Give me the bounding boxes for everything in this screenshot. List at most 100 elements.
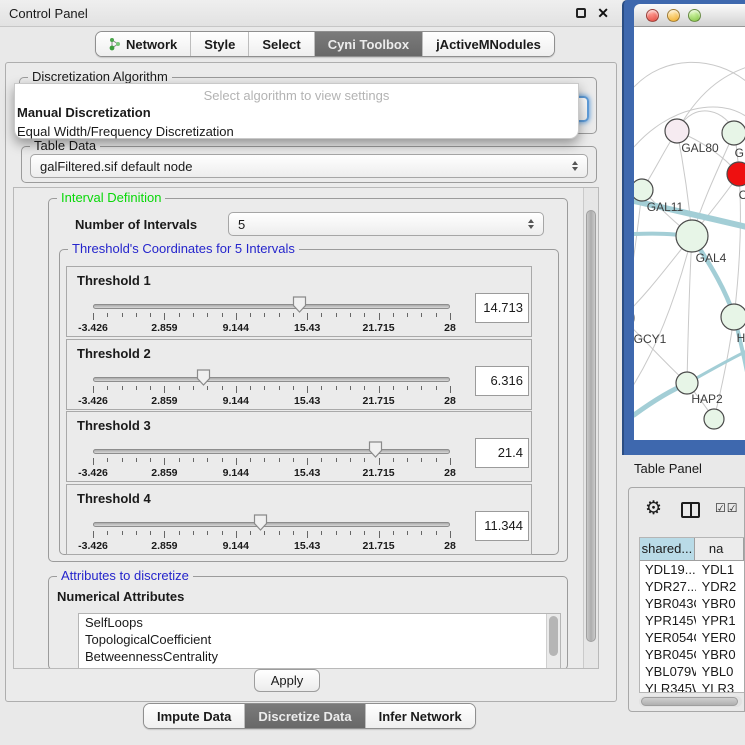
vertical-scrollbar[interactable] (583, 188, 598, 668)
tab-style[interactable]: Style (190, 32, 248, 56)
network-node-g[interactable] (722, 121, 745, 145)
tick-mark (279, 458, 280, 462)
tab-infer-network[interactable]: Infer Network (365, 704, 475, 728)
threshold-value-field[interactable]: 11.344 (475, 511, 529, 541)
number-of-intervals-combobox[interactable]: 5 (228, 212, 544, 236)
tick-mark (236, 386, 237, 393)
minimize-traffic-light-icon[interactable] (667, 9, 680, 22)
network-canvas[interactable]: GAL80G.CGAL11GAL4HGCY1HAP2 (634, 27, 745, 440)
network-window-titlebar (634, 4, 745, 27)
scrollbar-thumb[interactable] (641, 697, 738, 706)
table-row[interactable]: YBL079WYBL0 (640, 663, 744, 680)
attribute-list-item[interactable]: BetweennessCentrality (79, 648, 560, 665)
network-node-label: GAL4 (696, 251, 727, 265)
threshold-value-field[interactable]: 6.316 (475, 366, 529, 396)
network-node-gal11[interactable] (634, 179, 653, 201)
tick-mark (179, 458, 180, 462)
threshold-value-field[interactable]: 21.4 (475, 438, 529, 468)
table-data-combobox[interactable]: galFiltered.sif default node (30, 154, 588, 178)
tab-select[interactable]: Select (248, 32, 313, 56)
tick-mark (350, 386, 351, 390)
network-node[interactable] (704, 409, 724, 429)
tick-mark (393, 386, 394, 390)
column-layout-icon[interactable] (681, 502, 700, 518)
slider-handle[interactable] (368, 441, 383, 458)
attribute-list-item[interactable]: TopologicalCoefficient (79, 631, 560, 648)
table-cell: YDR27... (640, 578, 697, 595)
tab-jactivemnodules[interactable]: jActiveMNodules (422, 32, 554, 56)
attributes-list-scrollbar[interactable] (546, 614, 560, 669)
tick-mark (222, 386, 223, 390)
apply-button[interactable]: Apply (254, 669, 320, 692)
tick-label: -3.426 (78, 322, 108, 334)
slider-handle[interactable] (196, 369, 211, 386)
gear-icon[interactable]: ⚙ (645, 497, 662, 520)
zoom-traffic-light-icon[interactable] (688, 9, 701, 22)
table-column-header[interactable]: shared... (640, 538, 695, 560)
tick-mark (207, 386, 208, 390)
network-node-h[interactable] (721, 304, 745, 330)
attributes-group: Attributes to discretize Numerical Attri… (48, 576, 568, 669)
slider-track[interactable] (93, 449, 450, 454)
slider-handle[interactable] (292, 296, 307, 313)
numerical-attributes-list[interactable]: SelfLoopsTopologicalCoefficientBetweenne… (78, 613, 561, 669)
table-row[interactable]: YPR145WYPR1 (640, 612, 744, 629)
network-node-c[interactable] (727, 162, 745, 186)
table-cell: YER054C (640, 629, 697, 646)
table-row[interactable]: YDR27...YDR2 (640, 578, 744, 595)
network-node-hap2[interactable] (676, 372, 698, 394)
network-node-gal80[interactable] (665, 119, 689, 143)
slider-track[interactable] (93, 304, 450, 309)
table-row[interactable]: YER054CYER0 (640, 629, 744, 646)
table-row[interactable]: YLR345WYLR3 (640, 680, 744, 693)
network-node-gal4[interactable] (676, 220, 708, 252)
threshold-value-field[interactable]: 14.713 (475, 293, 529, 323)
slider-handle[interactable] (253, 514, 268, 531)
scrollbar-thumb[interactable] (549, 616, 558, 656)
tick-mark (293, 313, 294, 317)
tick-mark (250, 531, 251, 535)
slider-track[interactable] (93, 522, 450, 527)
table-column-header[interactable]: na (695, 538, 744, 560)
horizontal-scrollbar[interactable] (639, 696, 742, 707)
attribute-list-item[interactable]: SelfLoops (79, 614, 560, 631)
dropdown-item-manual-discretization[interactable]: Manual Discretization (15, 103, 578, 122)
tick-mark (379, 386, 380, 393)
tick-mark (350, 458, 351, 462)
tick-mark (179, 531, 180, 535)
tab-cyni-toolbox[interactable]: Cyni Toolbox (314, 32, 422, 56)
tick-mark (222, 531, 223, 535)
tick-mark (150, 386, 151, 390)
tick-mark (421, 458, 422, 462)
tab-impute-data[interactable]: Impute Data (144, 704, 244, 728)
number-of-intervals-value: 5 (238, 217, 245, 232)
tick-mark (193, 386, 194, 390)
dropdown-item-equal-width[interactable]: Equal Width/Frequency Discretization (15, 122, 578, 141)
tick-label: 2.859 (151, 467, 177, 479)
float-window-icon[interactable] (576, 8, 586, 18)
tick-mark (236, 531, 237, 538)
tick-mark (293, 531, 294, 535)
close-traffic-light-icon[interactable] (646, 9, 659, 22)
tick-mark (264, 386, 265, 390)
tick-mark (150, 313, 151, 317)
tick-label: -3.426 (78, 467, 108, 479)
table-row[interactable]: YDL19...YDL1 (640, 561, 744, 578)
tick-label: 21.715 (363, 467, 395, 479)
tick-mark (450, 386, 451, 393)
scrollbar-thumb[interactable] (586, 210, 596, 642)
node-table[interactable]: shared...na YDL19...YDL1YDR27...YDR2YBR0… (639, 537, 744, 693)
slider-track[interactable] (93, 377, 450, 382)
tab-discretize-data[interactable]: Discretize Data (244, 704, 364, 728)
table-panel-toolbar: ⚙ ☑☑ (629, 488, 744, 532)
select-columns-icon[interactable]: ☑☑ (715, 501, 739, 515)
tick-mark (293, 386, 294, 390)
tab-network[interactable]: Network (96, 32, 190, 56)
table-row[interactable]: YBR045CYBR0 (640, 646, 744, 663)
tick-label: 28 (444, 322, 456, 334)
table-cell: YLR345W (640, 680, 697, 693)
table-cell: YBL0 (697, 663, 744, 680)
table-row[interactable]: YBR043CYBR0 (640, 595, 744, 612)
tick-label: 9.144 (223, 467, 249, 479)
close-icon[interactable]: ✕ (597, 0, 609, 27)
